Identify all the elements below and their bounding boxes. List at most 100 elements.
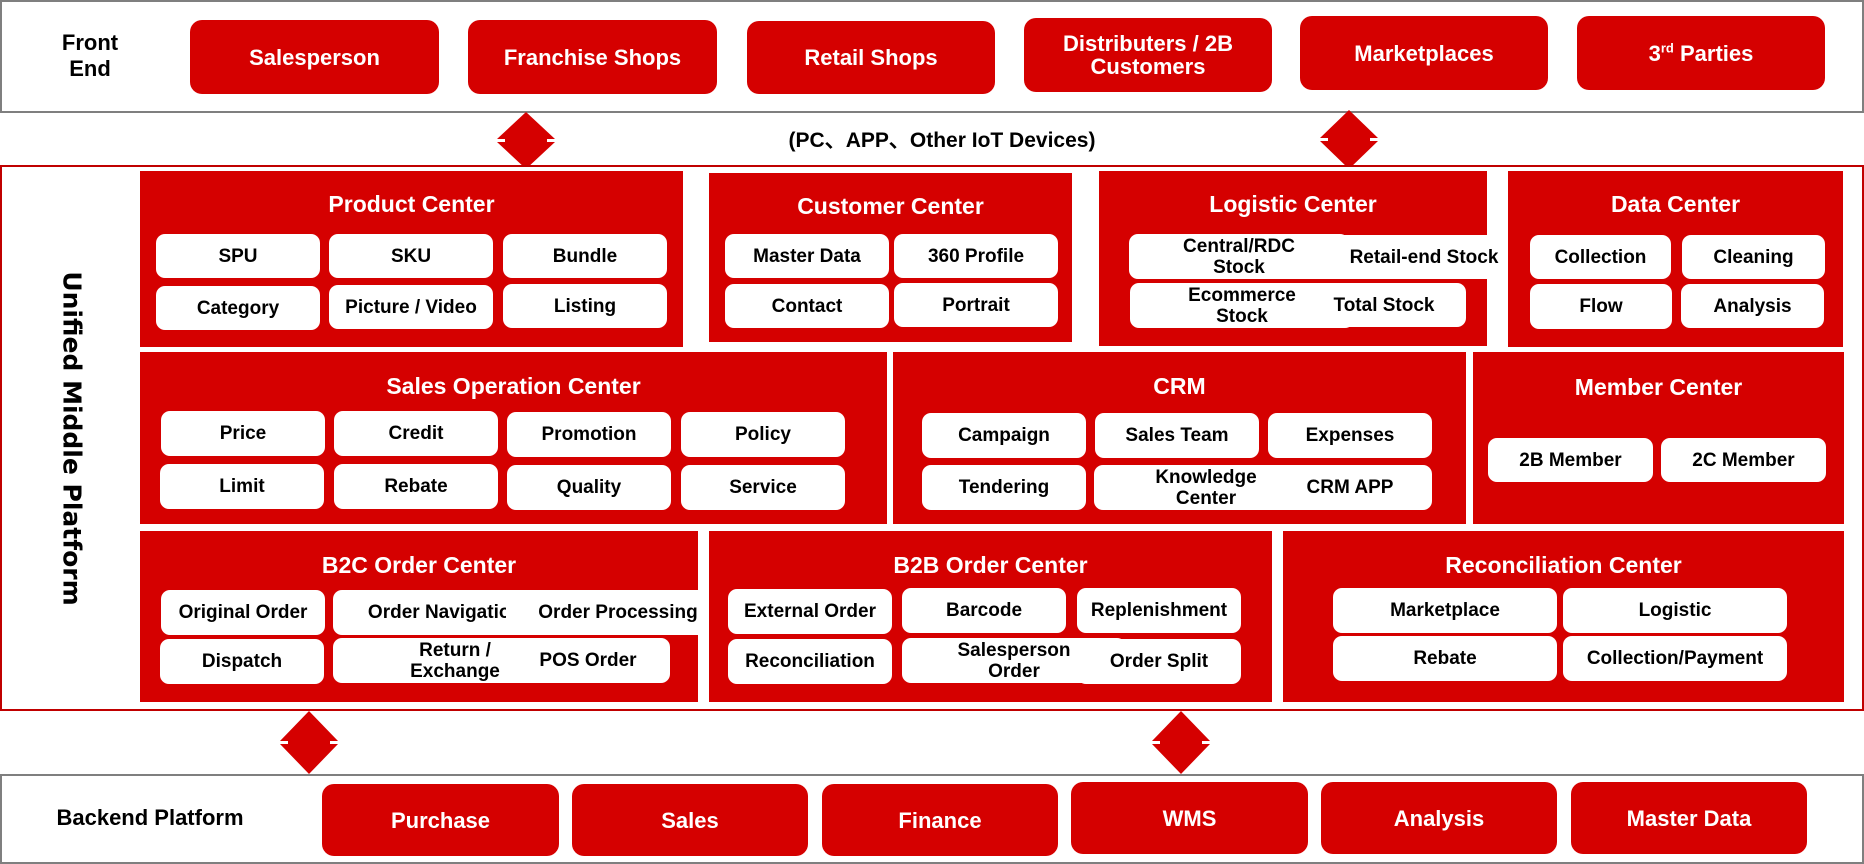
channel-label-rest: Parties — [1673, 40, 1754, 66]
module-dispatch[interactable]: Dispatch — [160, 639, 324, 684]
module-barcode[interactable]: Barcode — [902, 588, 1066, 633]
module-analysis[interactable]: Analysis — [1681, 284, 1824, 328]
crm-center: CRM Campaign Sales Team Expenses Tenderi… — [893, 352, 1466, 524]
module-picture-video[interactable]: Picture / Video — [329, 285, 493, 329]
center-title: Sales Operation Center — [386, 373, 641, 399]
module-total-stock[interactable]: Total Stock — [1302, 283, 1466, 327]
backend-label-text: WMS — [1162, 805, 1217, 831]
center-title: Logistic Center — [1209, 191, 1377, 217]
channel-label-line2: Customers — [1090, 54, 1206, 79]
channel-label: Salesperson — [249, 44, 380, 70]
module-logistic[interactable]: Logistic — [1563, 588, 1787, 633]
module-credit[interactable]: Credit — [334, 411, 498, 456]
channel-franchise-shops[interactable]: Franchise Shops — [468, 20, 717, 94]
module-order-split[interactable]: Order Split — [1077, 639, 1241, 684]
module-tendering[interactable]: Tendering — [922, 465, 1086, 510]
center-title: CRM — [1153, 373, 1206, 399]
reconciliation-center: Reconciliation Center Marketplace Logist… — [1283, 531, 1844, 702]
middle-platform-label: Unified Middle Platform — [34, 166, 110, 710]
channel-distributers-2b-customers[interactable]: Distributers / 2B Customers — [1024, 18, 1272, 92]
module-expenses[interactable]: Expenses — [1268, 413, 1432, 458]
backend-master-data[interactable]: Master Data — [1571, 782, 1807, 854]
backend-label-text: Sales — [661, 807, 719, 833]
logistic-center: Logistic Center Central/RDC Stock Retail… — [1099, 171, 1546, 346]
channel-label-line1: Distributers / 2B — [1063, 31, 1233, 56]
module-quality[interactable]: Quality — [507, 465, 671, 510]
module-sales-team[interactable]: Sales Team — [1095, 413, 1259, 458]
backend-sales[interactable]: Sales — [572, 784, 808, 856]
center-title: Data Center — [1610, 191, 1741, 217]
center-title: Member Center — [1574, 374, 1743, 400]
backend-label-text: Master Data — [1626, 805, 1752, 831]
b2b-order-center: B2B Order Center External Order Barcode … — [709, 531, 1272, 702]
product-center: Product Center SPU SKU Bundle Category P… — [140, 171, 683, 347]
backend-wms[interactable]: WMS — [1071, 782, 1308, 854]
module-crm-app[interactable]: CRM APP — [1268, 465, 1432, 510]
backend-purchase[interactable]: Purchase — [322, 784, 559, 856]
module-campaign[interactable]: Campaign — [922, 413, 1086, 458]
channel-label: Marketplaces — [1354, 40, 1494, 66]
module-2c-member[interactable]: 2C Member — [1661, 438, 1826, 482]
channel-label-sup: rd — [1660, 40, 1674, 56]
module-rebate[interactable]: Rebate — [1333, 636, 1557, 681]
module-original-order[interactable]: Original Order — [161, 590, 325, 635]
double-arrow-icon — [280, 711, 338, 774]
module-portrait[interactable]: Portrait — [894, 283, 1058, 327]
center-title: Reconciliation Center — [1445, 552, 1682, 578]
backend-analysis[interactable]: Analysis — [1321, 782, 1557, 854]
module-limit[interactable]: Limit — [160, 464, 324, 509]
module-reconciliation[interactable]: Reconciliation — [728, 639, 892, 684]
channel-salesperson[interactable]: Salesperson — [190, 20, 439, 94]
module-collection[interactable]: Collection — [1530, 235, 1671, 279]
data-center: Data Center Collection Cleaning Flow Ana… — [1508, 171, 1843, 347]
device-note: (PC、APP、Other IoT Devices) — [788, 129, 1096, 152]
module-flow[interactable]: Flow — [1530, 284, 1672, 329]
module-replenishment[interactable]: Replenishment — [1077, 588, 1241, 633]
module-policy[interactable]: Policy — [681, 412, 845, 457]
module-service[interactable]: Service — [681, 465, 845, 510]
front-end-label-line1: Front — [61, 30, 119, 55]
module-pos-order[interactable]: POS Order — [506, 638, 670, 683]
center-title: Product Center — [328, 191, 495, 217]
sales-operation-center: Sales Operation Center Price Credit Prom… — [140, 352, 887, 524]
center-title: Customer Center — [797, 193, 984, 219]
module-listing[interactable]: Listing — [503, 284, 667, 328]
module-category[interactable]: Category — [156, 286, 320, 330]
module-master-data[interactable]: Master Data — [725, 234, 889, 278]
channel-label: Retail Shops — [804, 45, 938, 70]
module-contact[interactable]: Contact — [725, 284, 889, 328]
front-end-label: Front End — [40, 22, 140, 90]
backend-label-text: Finance — [898, 807, 982, 833]
backend-label-text: Analysis — [1393, 805, 1485, 831]
channel-retail-shops[interactable]: Retail Shops — [747, 21, 995, 94]
channel-label-base: 3 — [1648, 40, 1661, 66]
backend-label: Backend Platform — [56, 805, 244, 830]
module-cleaning[interactable]: Cleaning — [1682, 235, 1825, 279]
module-collection-payment[interactable]: Collection/Payment — [1563, 636, 1787, 681]
module-2b-member[interactable]: 2B Member — [1488, 438, 1653, 482]
customer-center: Customer Center Master Data 360 Profile … — [709, 173, 1072, 342]
module-spu[interactable]: SPU — [156, 234, 320, 278]
module-price[interactable]: Price — [161, 411, 325, 456]
backend-finance[interactable]: Finance — [822, 784, 1058, 856]
double-arrow-icon — [1152, 711, 1210, 774]
middle-platform-label-text: Unified Middle Platform — [57, 270, 87, 606]
backend-label-text: Purchase — [390, 807, 491, 833]
front-end-label-line2: End — [69, 56, 111, 81]
module-360-profile[interactable]: 360 Profile — [894, 234, 1058, 278]
module-external-order[interactable]: External Order — [728, 589, 892, 634]
module-bundle[interactable]: Bundle — [503, 234, 667, 278]
module-rebate[interactable]: Rebate — [334, 464, 498, 509]
channel-marketplaces[interactable]: Marketplaces — [1300, 16, 1548, 90]
channel-3rd-parties[interactable]: 3rd Parties — [1577, 16, 1825, 90]
center-title: B2C Order Center — [321, 552, 517, 578]
channel-label: Franchise Shops — [503, 44, 682, 70]
module-marketplace[interactable]: Marketplace — [1333, 588, 1557, 633]
module-sku[interactable]: SKU — [329, 234, 493, 278]
module-promotion[interactable]: Promotion — [507, 412, 671, 457]
channel-label: 3rd Parties — [1648, 40, 1754, 66]
module-order-processing[interactable]: Order Processing — [506, 590, 730, 635]
double-arrow-icon — [1320, 110, 1378, 169]
member-center: Member Center 2B Member 2C Member — [1473, 352, 1844, 524]
center-title: B2B Order Center — [893, 552, 1088, 578]
